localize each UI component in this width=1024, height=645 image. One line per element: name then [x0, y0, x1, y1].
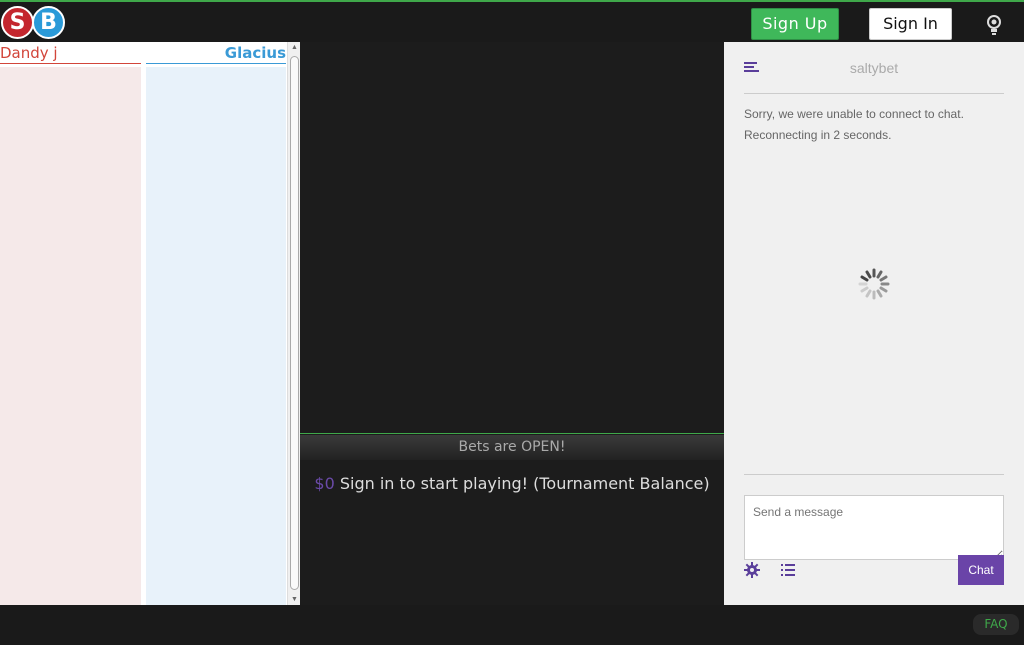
- scroll-down-icon[interactable]: ▼: [291, 596, 298, 603]
- chat-divider-bottom: [744, 474, 1004, 475]
- balance-line: $0 Sign in to start playing! (Tournament…: [300, 474, 724, 493]
- bet-panel: Dandy j Glacius ▲ ▼: [0, 42, 300, 605]
- bet-status-bar: Bets are OPEN!: [300, 435, 724, 460]
- menu-icon[interactable]: [744, 62, 759, 74]
- top-bar: S B Sign Up Sign In: [0, 0, 1024, 42]
- chat-status-message: Sorry, we were unable to connect to chat…: [744, 104, 1004, 146]
- saltybet-logo[interactable]: S B: [1, 6, 65, 40]
- red-fighter-name: Dandy j: [0, 44, 141, 64]
- sign-up-button[interactable]: Sign Up: [751, 8, 839, 40]
- chat-divider-top: [744, 93, 1004, 94]
- scroll-thumb[interactable]: [290, 56, 299, 590]
- stream-video[interactable]: [300, 42, 724, 434]
- sign-in-button[interactable]: Sign In: [869, 8, 952, 40]
- chat-send-button[interactable]: Chat: [958, 555, 1004, 585]
- chat-message-line: Reconnecting in 2 seconds.: [744, 128, 892, 142]
- chat-channel-title: saltybet: [849, 60, 899, 76]
- faq-link[interactable]: FAQ: [973, 614, 1019, 635]
- chat-message-input[interactable]: [744, 495, 1004, 560]
- balance-amount: $0: [314, 474, 335, 493]
- blue-fighter-name: Glacius: [146, 44, 286, 64]
- gear-icon[interactable]: [744, 562, 760, 578]
- chat-panel: saltybet Sorry, we were unable to connec…: [724, 42, 1024, 605]
- chat-message-line: Sorry, we were unable to connect to chat…: [744, 107, 964, 121]
- logo-s: S: [1, 6, 34, 39]
- bet-panel-scrollbar[interactable]: ▲ ▼: [287, 42, 300, 605]
- scroll-up-icon[interactable]: ▲: [291, 44, 298, 51]
- logo-b: B: [32, 6, 65, 39]
- lightbulb-icon[interactable]: [984, 14, 1004, 36]
- loading-spinner-icon: [858, 268, 890, 300]
- blue-bettors-list: [146, 67, 286, 605]
- balance-text: Sign in to start playing! (Tournament Ba…: [339, 474, 710, 493]
- red-bettors-list: [0, 67, 141, 605]
- footer: FAQ: [0, 605, 1024, 645]
- viewer-list-icon[interactable]: [781, 563, 795, 577]
